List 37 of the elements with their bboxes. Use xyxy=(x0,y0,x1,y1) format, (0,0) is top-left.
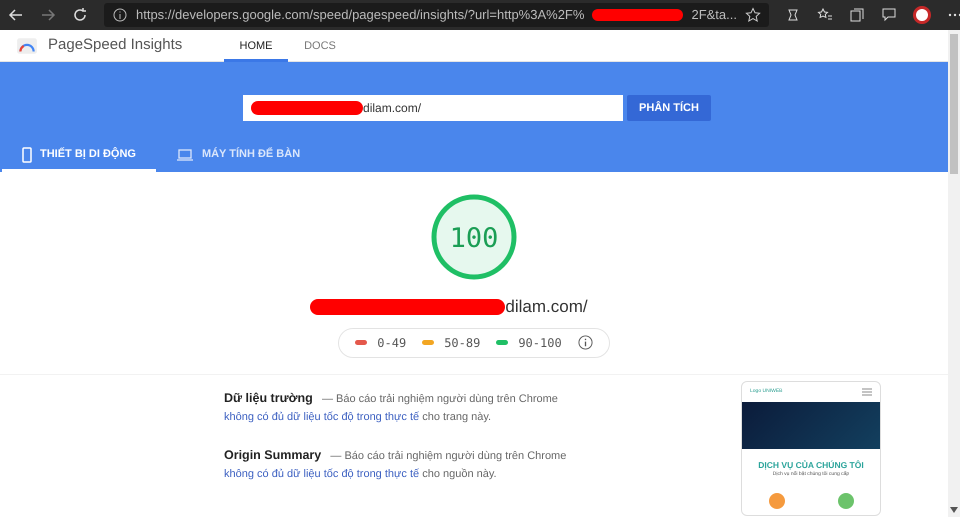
collections-icon[interactable] xyxy=(849,7,865,23)
section-text: Dữ liệu trường — Báo cáo trải nghiệm người dùng trên Chrome không có đủ dữ liệu tốc độ trong thực tế cho trang này. xyxy=(224,390,559,424)
section-text: Origin Summary — Báo cáo trải nghiệm người dùng trên Chrome không có đủ dữ liệu tốc độ trong thực tế cho nguồn này. xyxy=(224,446,568,482)
url-text: https://developers.google.com/speed/pagespeed/insights/?url=http%3A%2F% xyxy=(136,6,584,24)
service-icon xyxy=(838,492,854,509)
info-link[interactable]: không có đủ dữ liệu tốc độ trong thực tế xyxy=(224,410,420,422)
phone-icon xyxy=(22,146,32,162)
feedback-icon[interactable] xyxy=(881,7,897,23)
preview-heading: DỊCH VỤ CỦA CHÚNG TÔI xyxy=(757,458,865,471)
scrollbar[interactable] xyxy=(948,30,960,517)
back-icon[interactable] xyxy=(8,7,24,23)
pagespeed-logo-icon xyxy=(16,36,38,54)
scroll-thumb[interactable] xyxy=(950,34,958,174)
legend-range: 90-100 xyxy=(518,334,562,352)
info-icon[interactable] xyxy=(578,335,593,350)
legend-range: 0-49 xyxy=(377,334,406,352)
result-url: dilam.com/ xyxy=(505,296,588,318)
star-icon[interactable] xyxy=(745,7,761,23)
menu-icon xyxy=(862,388,872,396)
url-value: dilam.com/ xyxy=(363,100,422,117)
nav-tab[interactable]: DOCS xyxy=(288,30,352,62)
info-link[interactable]: không có đủ dữ liệu tốc độ trong thực tế xyxy=(224,468,420,480)
device-tab[interactable]: THIẾT BỊ DI ĐỘNG xyxy=(2,140,156,172)
url-text: 2F&ta... xyxy=(691,6,737,24)
app-title: PageSpeed Insights xyxy=(48,35,184,56)
legend-range: 50-89 xyxy=(444,334,480,352)
profile-avatar-icon[interactable] xyxy=(913,6,931,24)
scroll-down-icon[interactable] xyxy=(950,507,958,513)
address-bar[interactable]: https://developers.google.com/speed/pagespeed/insights/?url=http%3A%2F% 2F&ta... xyxy=(104,3,769,27)
service-icon xyxy=(768,492,784,509)
forward-icon[interactable] xyxy=(40,7,56,23)
laptop-icon xyxy=(176,148,194,160)
refresh-icon[interactable] xyxy=(72,7,88,23)
info-icon xyxy=(112,7,128,23)
analyze-button[interactable]: PHÂN TÍCH xyxy=(627,95,711,121)
score-value: 100 xyxy=(450,223,498,254)
url-input-field[interactable]: dilam.com/ xyxy=(243,95,624,121)
